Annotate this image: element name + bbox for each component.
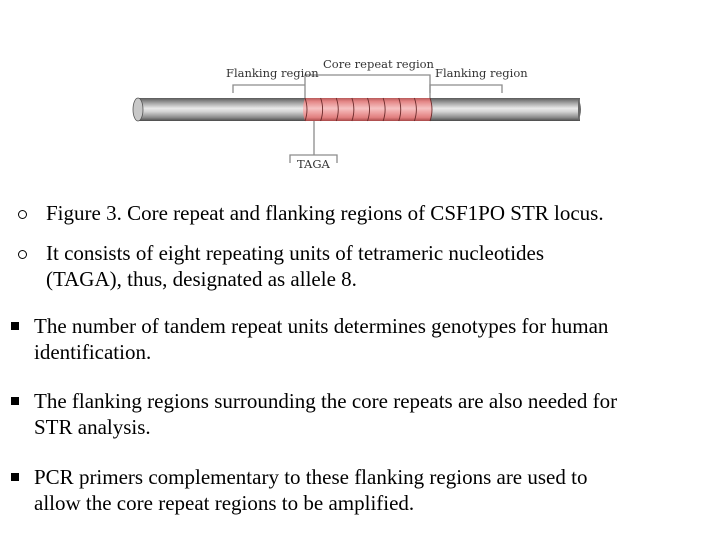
- bullet-text: PCR primers complementary to these flank…: [34, 465, 588, 515]
- sub-bullet-text: It consists of eight repeating units of …: [46, 241, 545, 291]
- flanking-right-bracket: [429, 84, 503, 93]
- tube-right-end: [578, 98, 581, 121]
- bullet-text: The number of tandem repeat units determ…: [34, 314, 609, 364]
- flanking-right-label: Flanking region: [435, 66, 528, 80]
- core-repeat-label: Core repeat region: [323, 57, 435, 71]
- hollow-circle-bullet-icon: [18, 210, 27, 219]
- square-bullet-icon: [11, 473, 19, 481]
- str-locus-diagram: Flanking region Core repeat region Flank…: [132, 57, 581, 171]
- hollow-circle-bullet-icon: [18, 250, 27, 259]
- taga-label: TAGA: [297, 157, 331, 171]
- square-bullet-icon: [11, 397, 19, 405]
- square-bullet-icon: [11, 322, 19, 330]
- bullet-text: The flanking regions surrounding the cor…: [34, 389, 618, 439]
- core-repeat-segments: [303, 97, 433, 122]
- core-repeat-bracket: [304, 74, 431, 98]
- figure-caption: Figure 3. Core repeat and flanking regio…: [46, 201, 604, 225]
- tube-left-cap: [132, 97, 144, 122]
- flanking-left-bracket: [232, 84, 305, 93]
- flanking-left-label: Flanking region: [226, 66, 319, 80]
